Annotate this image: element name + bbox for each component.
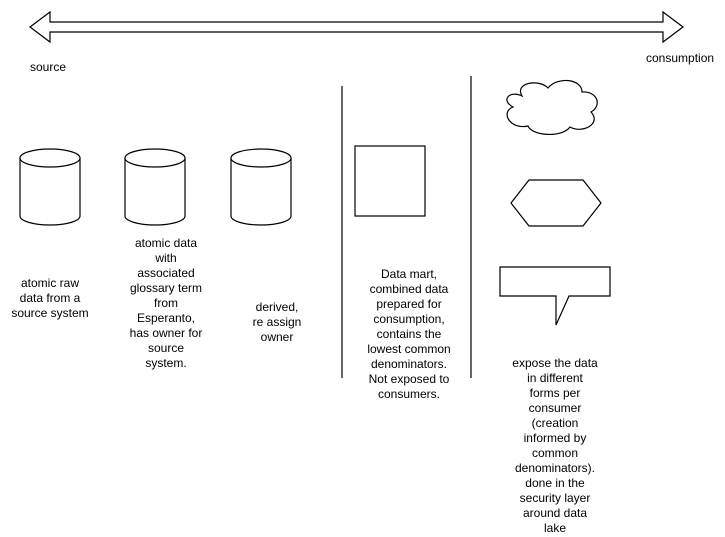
cylinder-atomic-glossary[interactable] — [124, 148, 186, 226]
label-derived: derived, re assign owner — [252, 300, 302, 344]
label-data-mart: Data mart, combined data prepared for co… — [367, 267, 451, 401]
label-atomic-raw: atomic raw data from a source system — [11, 276, 89, 320]
label-atomic-glossary: atomic data with associated glossary ter… — [129, 236, 203, 370]
cloud-shape[interactable] — [506, 79, 598, 135]
axis-end-label: consumption — [646, 51, 715, 65]
square-data-mart[interactable] — [354, 145, 426, 217]
label-expose-data: expose the data in different forms per c… — [512, 356, 598, 535]
cylinder-derived[interactable] — [230, 148, 292, 226]
axis-start-label: source — [30, 60, 67, 74]
source-to-consumption-arrow — [29, 10, 684, 44]
callout-shape[interactable] — [499, 266, 611, 326]
cylinder-atomic-raw[interactable] — [19, 148, 81, 226]
hexagon-shape[interactable] — [510, 179, 602, 227]
